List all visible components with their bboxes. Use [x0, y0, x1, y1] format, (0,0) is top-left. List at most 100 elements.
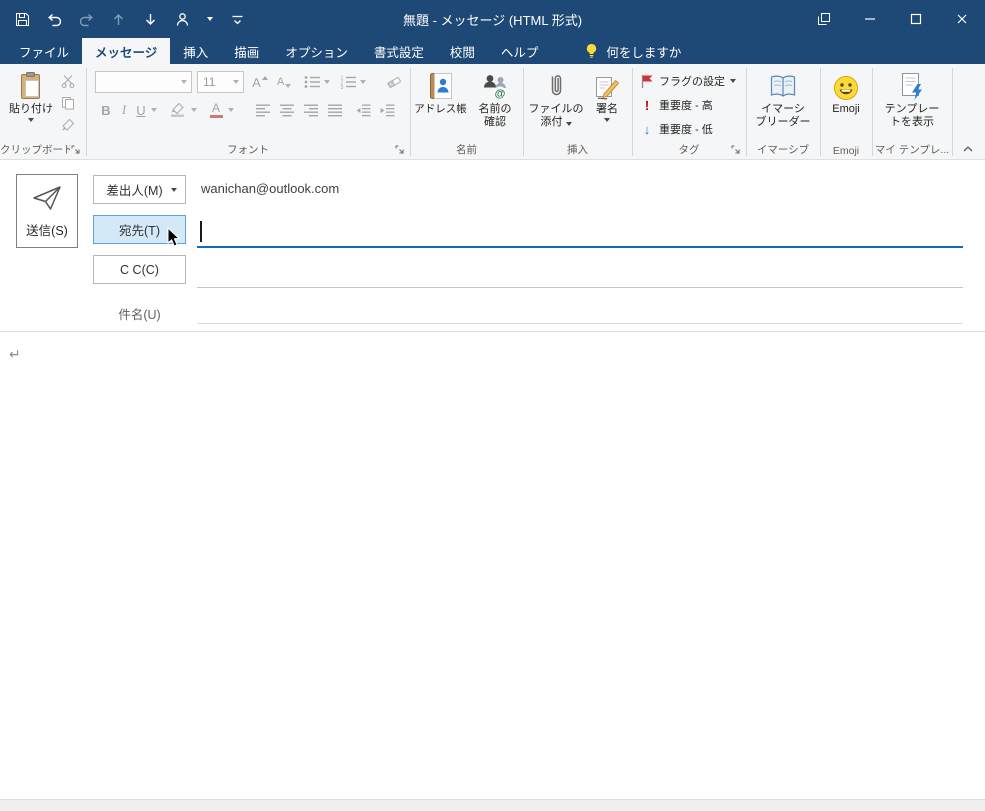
- align-center-icon: [279, 104, 294, 116]
- subject-input[interactable]: [197, 293, 963, 323]
- align-center-button[interactable]: [276, 100, 298, 120]
- clear-formatting-button[interactable]: [382, 72, 406, 92]
- check-names-label-1: 名前の: [478, 103, 512, 115]
- save-icon[interactable]: [13, 10, 32, 29]
- titlebar: 無題 - メッセージ (HTML 形式): [0, 0, 985, 38]
- from-dropdown-arrow-icon: [171, 187, 177, 192]
- quick-access-toolbar: [0, 10, 247, 29]
- font-color-button[interactable]: A: [207, 99, 225, 120]
- font-size-combobox[interactable]: 11: [197, 71, 244, 93]
- paperclip-icon: [546, 67, 566, 103]
- justify-button[interactable]: [324, 100, 346, 120]
- highlight-dropdown-icon[interactable]: [189, 100, 199, 120]
- tab-draw[interactable]: 描画: [221, 38, 272, 64]
- check-names-button[interactable]: @ 名前の 確認: [470, 67, 520, 129]
- paste-button[interactable]: 貼り付け: [8, 67, 54, 122]
- font-name-combobox[interactable]: [95, 71, 192, 93]
- popout-window-icon[interactable]: [801, 0, 847, 38]
- undo-icon[interactable]: [45, 10, 64, 29]
- underline-dropdown-icon[interactable]: [149, 100, 159, 120]
- format-painter-button[interactable]: [58, 116, 78, 134]
- compose-header: 送信(S) 差出人(M) wanichan@outlook.com 宛先(T) …: [0, 160, 985, 332]
- chevron-down-icon[interactable]: [205, 10, 215, 29]
- follow-up-flag-button[interactable]: フラグの設定: [640, 70, 736, 92]
- italic-letter: I: [121, 102, 127, 117]
- address-book-label: アドレス帳: [414, 103, 467, 115]
- signature-button[interactable]: 署名: [587, 67, 627, 122]
- group-divider: [952, 68, 953, 156]
- underline-button[interactable]: U: [133, 100, 149, 120]
- shrink-font-letter: A: [276, 76, 285, 88]
- font-color-dropdown-icon[interactable]: [226, 100, 236, 120]
- tab-insert[interactable]: 挿入: [170, 38, 221, 64]
- low-importance-button[interactable]: ↓ 重要度 - 低: [640, 118, 713, 140]
- customize-qat-icon[interactable]: [228, 10, 247, 29]
- templates-group-label: マイ テンプレ...: [874, 144, 950, 156]
- paste-dropdown-arrow-icon[interactable]: [28, 118, 34, 122]
- message-body[interactable]: ↵: [0, 332, 985, 799]
- decrease-indent-button[interactable]: [352, 100, 374, 120]
- tab-options[interactable]: オプション: [272, 38, 361, 64]
- font-color-icon: A: [209, 102, 223, 118]
- signature-dropdown-arrow-icon[interactable]: [604, 118, 610, 122]
- italic-button[interactable]: I: [117, 100, 131, 120]
- tab-format[interactable]: 書式設定: [361, 38, 437, 64]
- highlight-button[interactable]: [168, 99, 188, 120]
- emoji-label: Emoji: [832, 103, 860, 115]
- attach-file-button[interactable]: ファイルの 添付: [527, 67, 585, 129]
- bold-button[interactable]: B: [97, 100, 115, 120]
- subject-label: 件名(U): [118, 308, 161, 322]
- immersive-reader-icon: [768, 67, 798, 103]
- address-book-button[interactable]: アドレス帳: [413, 67, 468, 116]
- redo-icon[interactable]: [77, 10, 96, 29]
- ribbon-group-names: アドレス帳 @ 名前の 確認 名前: [410, 64, 523, 159]
- shrink-font-button[interactable]: A: [273, 72, 295, 92]
- grow-font-arrow-icon: [261, 76, 268, 80]
- grow-font-button[interactable]: A: [249, 72, 271, 92]
- minimize-button[interactable]: [847, 0, 893, 38]
- send-button[interactable]: 送信(S): [16, 174, 78, 248]
- cut-button[interactable]: [58, 72, 78, 90]
- tab-help[interactable]: ヘルプ: [488, 38, 552, 64]
- view-templates-button[interactable]: テンプレー トを表示: [876, 67, 948, 129]
- ribbon-group-templates: テンプレー トを表示 マイ テンプレ...: [872, 64, 952, 159]
- font-size-dropdown-icon[interactable]: [229, 72, 243, 92]
- cc-button[interactable]: C C(C): [93, 255, 186, 284]
- high-importance-button[interactable]: ! 重要度 - 高: [640, 94, 713, 116]
- tab-message[interactable]: メッセージ: [82, 38, 171, 64]
- to-input[interactable]: [197, 217, 963, 247]
- contact-icon[interactable]: [173, 10, 192, 29]
- emoji-button[interactable]: Emoji: [823, 67, 869, 116]
- move-up-icon[interactable]: [109, 10, 128, 29]
- paragraph-mark-icon: ↵: [9, 346, 21, 362]
- address-book-icon: [427, 67, 455, 103]
- attach-file-label-1: ファイルの: [528, 103, 584, 115]
- font-name-dropdown-icon[interactable]: [177, 72, 191, 92]
- align-right-icon: [303, 104, 318, 116]
- close-button[interactable]: [939, 0, 985, 38]
- cc-input[interactable]: [197, 257, 963, 287]
- ribbon-group-immersive: イマーシ ブリーダー イマーシブ: [746, 64, 820, 159]
- high-importance-label: 重要度 - 高: [659, 100, 713, 112]
- immersive-reader-label-1: イマーシ: [761, 103, 805, 115]
- copy-button[interactable]: [58, 94, 78, 112]
- align-left-button[interactable]: [252, 100, 274, 120]
- maximize-button[interactable]: [893, 0, 939, 38]
- tell-me-box[interactable]: 何をしますか: [585, 38, 681, 64]
- clipboard-dialog-launcher-icon[interactable]: [70, 144, 82, 156]
- cc-field-underline: [197, 287, 963, 288]
- bullets-button[interactable]: [301, 72, 332, 92]
- underline-letter: U: [136, 102, 146, 118]
- collapse-ribbon-button[interactable]: [961, 143, 975, 155]
- align-right-button[interactable]: [300, 100, 322, 120]
- increase-indent-button[interactable]: [376, 100, 398, 120]
- from-button[interactable]: 差出人(M): [93, 175, 186, 204]
- tab-file[interactable]: ファイル: [6, 38, 82, 64]
- attach-file-label-2: 添付: [541, 116, 572, 129]
- ribbon-group-clipboard: 貼り付け クリップボード: [0, 64, 86, 159]
- immersive-reader-button[interactable]: イマーシ ブリーダー: [750, 67, 816, 129]
- move-down-icon[interactable]: [141, 10, 160, 29]
- eraser-icon: [387, 77, 401, 88]
- numbering-button[interactable]: 123: [337, 72, 368, 92]
- tab-review[interactable]: 校閲: [437, 38, 488, 64]
